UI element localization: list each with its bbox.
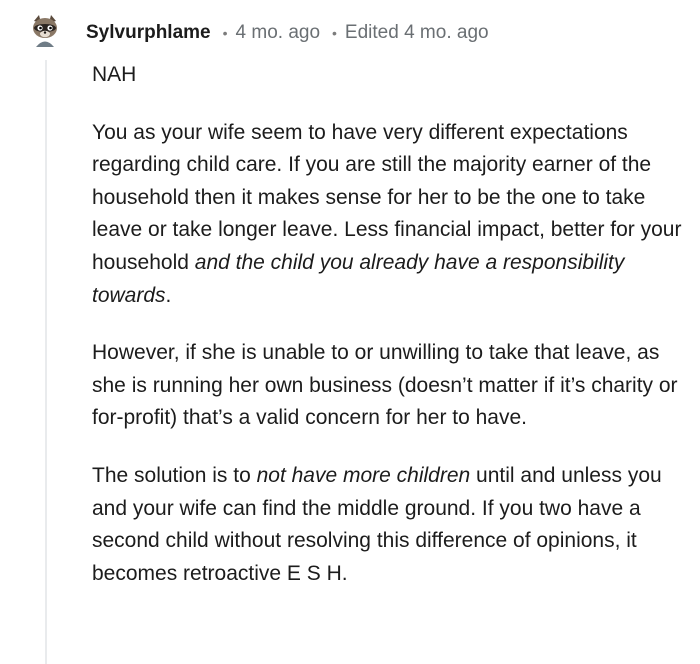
- paragraph-2: However, if she is unable to or unwillin…: [92, 341, 678, 430]
- dot-separator-2: •: [332, 25, 337, 41]
- paragraph-3-text-a: The solution is to: [92, 463, 257, 487]
- edited-timestamp: Edited 4 mo. ago: [344, 22, 489, 43]
- verdict-text: NAH: [92, 63, 137, 86]
- comment-header: Sylvurphlame • 4 mo. ago • Edited 4 mo. …: [86, 18, 489, 48]
- comment-body: NAH You as your wife seem to have very d…: [92, 59, 682, 615]
- username-link[interactable]: Sylvurphlame: [86, 22, 211, 44]
- timestamp[interactable]: 4 mo. ago: [236, 22, 321, 44]
- paragraph-3: The solution is to not have more childre…: [92, 460, 682, 590]
- raccoon-avatar-icon: [33, 15, 57, 47]
- paragraph-1-text-b: .: [165, 283, 172, 307]
- avatar-icon[interactable]: [30, 13, 60, 47]
- paragraph-1: You as your wife seem to have very diffe…: [92, 117, 682, 313]
- dot-separator: •: [222, 25, 228, 41]
- paragraph-3-italic: not have more children: [256, 463, 471, 487]
- thread-line[interactable]: [45, 60, 47, 664]
